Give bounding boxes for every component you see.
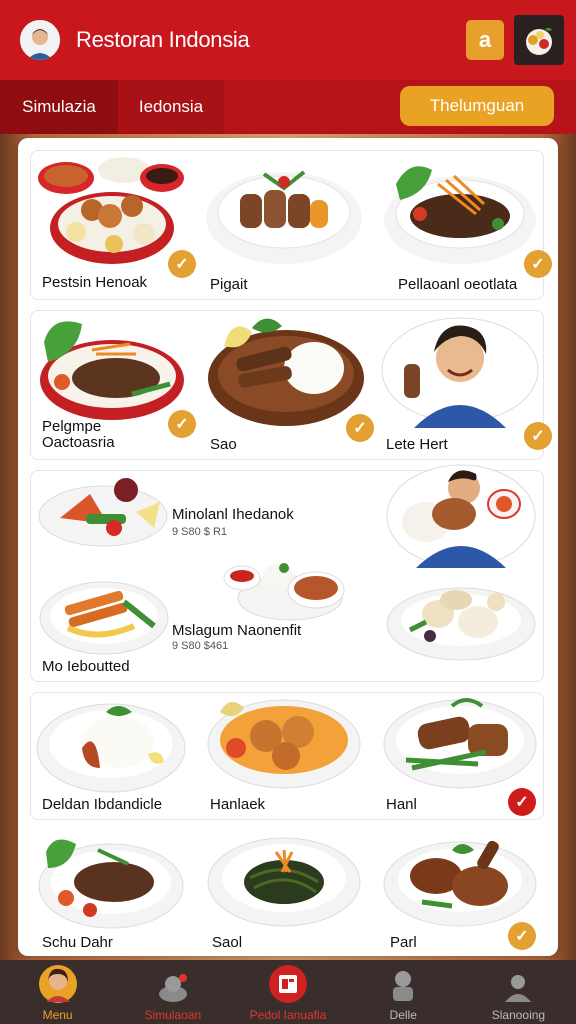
menu-item-name: Pestsin Henoak bbox=[42, 274, 148, 291]
bottom-nav: Menu Simulaoan Pedol Ianuafia Delle Slan… bbox=[0, 960, 576, 1024]
menu-item-name[interactable]: Minolanl Ihedanok bbox=[172, 506, 294, 523]
menu-item-name[interactable]: Mo Ieboutted bbox=[42, 658, 130, 675]
dish-image bbox=[207, 699, 361, 789]
app-header: Restoran Indonsia a bbox=[0, 0, 576, 80]
menu-item-name: Lete Hert bbox=[386, 436, 448, 453]
nav-settings-label: Slanooing bbox=[491, 1008, 546, 1022]
dish-image bbox=[38, 478, 168, 547]
dish-image bbox=[36, 703, 186, 793]
tab-indonesia[interactable]: Iedonsia bbox=[118, 80, 224, 134]
dish-image bbox=[38, 839, 184, 929]
dish-image bbox=[383, 698, 537, 789]
dish-image bbox=[206, 170, 362, 264]
receipt-icon bbox=[269, 965, 307, 1003]
menu-item-name: Sao bbox=[210, 436, 237, 453]
user-avatar[interactable] bbox=[20, 20, 60, 60]
menu-item-name[interactable]: Hanlaek bbox=[210, 796, 265, 813]
menu-item-name-line2: Oactoasria bbox=[42, 434, 115, 451]
dish-image bbox=[39, 581, 169, 655]
promo-button[interactable]: Thelumguan bbox=[400, 86, 554, 126]
tab-simulation[interactable]: Simulazia bbox=[0, 80, 118, 134]
dish-image bbox=[383, 840, 537, 927]
nav-simulation-label: Simulaoan bbox=[144, 1008, 202, 1022]
food-thumbnail-button[interactable] bbox=[514, 15, 564, 65]
dish-image bbox=[223, 563, 345, 621]
checkmark-icon[interactable]: ✓ bbox=[508, 788, 536, 816]
person-icon bbox=[393, 971, 414, 1001]
nav-menu-label: Menu bbox=[42, 1008, 73, 1022]
checkmark-icon[interactable]: ✓ bbox=[508, 922, 536, 950]
user-avatar-icon bbox=[38, 965, 77, 1003]
dish-image bbox=[40, 321, 184, 420]
nav-detail-label: Delle bbox=[389, 1008, 417, 1022]
menu-item[interactable]: Pestsin Henoak ✓ bbox=[32, 152, 198, 298]
dish-image bbox=[381, 317, 539, 428]
dish-image bbox=[208, 318, 364, 426]
checkmark-icon[interactable]: ✓ bbox=[168, 250, 196, 278]
nav-settings[interactable]: Slanooing bbox=[461, 960, 576, 1024]
menu-panel: Pestsin Henoak ✓ Pigait ✓ Pellaoanl oeot bbox=[18, 138, 558, 956]
menu-item-name[interactable]: Mslagum Naonenfit bbox=[172, 622, 301, 639]
checkmark-icon[interactable]: ✓ bbox=[524, 250, 552, 278]
menu-item-price: 9 S80 $461 bbox=[172, 640, 229, 652]
menu-item-name: Pellaoanl oeotlata bbox=[398, 276, 518, 293]
checkmark-icon[interactable]: ✓ bbox=[524, 422, 552, 450]
app-title: Restoran Indonsia bbox=[76, 27, 250, 52]
nav-detail[interactable]: Delle bbox=[346, 960, 461, 1024]
checkmark-icon[interactable]: ✓ bbox=[346, 414, 374, 442]
nav-simulation[interactable]: Simulaoan bbox=[115, 960, 230, 1024]
menu-item-price: 9 S80 $ R1 bbox=[172, 526, 228, 538]
menu-item-name[interactable]: Deldan Ibdandicle bbox=[42, 796, 162, 813]
menu-item-name[interactable]: Hanl bbox=[386, 796, 417, 813]
receipt-icon-button[interactable]: a bbox=[466, 20, 504, 60]
menu-item[interactable]: Pelgmpe Oactoasria ✓ bbox=[32, 312, 198, 458]
menu-item-name-line1: Pelgmpe bbox=[42, 418, 102, 435]
chef-photo bbox=[386, 464, 536, 568]
nav-order[interactable]: Pedol Ianuafia bbox=[230, 960, 345, 1024]
menu-item-name[interactable]: Parl bbox=[390, 934, 417, 951]
dish-image bbox=[207, 837, 361, 927]
profile-icon bbox=[505, 975, 532, 1002]
checkmark-icon[interactable]: ✓ bbox=[168, 410, 196, 438]
chef-icon bbox=[158, 974, 187, 1002]
dish-image bbox=[38, 157, 184, 264]
dish-image bbox=[386, 587, 536, 661]
menu-item-name: Pigait bbox=[210, 276, 248, 293]
menu-item-name[interactable]: Schu Dahr bbox=[42, 934, 113, 951]
nav-menu[interactable]: Menu bbox=[0, 960, 115, 1024]
nav-order-label: Pedol Ianuafia bbox=[249, 1008, 327, 1022]
dish-image bbox=[384, 166, 536, 264]
tab-bar: Simulazia Iedonsia Thelumguan bbox=[0, 80, 576, 134]
menu-item-name[interactable]: Saol bbox=[212, 934, 242, 951]
